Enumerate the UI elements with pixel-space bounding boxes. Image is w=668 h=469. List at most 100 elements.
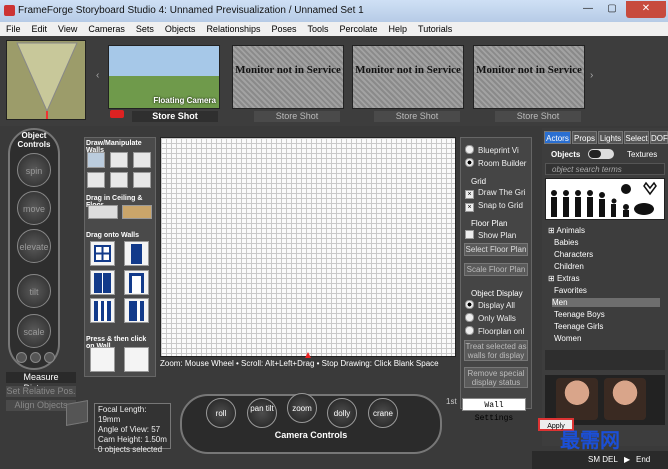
tree-item-teenage-boys[interactable]: Teenage Boys: [554, 310, 605, 319]
menu-tutorials[interactable]: Tutorials: [412, 22, 457, 35]
menu-objects[interactable]: Objects: [159, 22, 201, 35]
pan-tilt-button[interactable]: pan tilt: [247, 398, 277, 428]
roll-button[interactable]: roll: [206, 398, 236, 428]
actor-thumbnail-1[interactable]: [556, 378, 598, 420]
panel-door-icon[interactable]: [124, 298, 149, 323]
menu-cameras[interactable]: Cameras: [82, 22, 130, 35]
menu-tools[interactable]: Tools: [301, 22, 333, 35]
display-all-radio[interactable]: [465, 300, 474, 309]
small-control-3[interactable]: [44, 352, 55, 363]
menu-sets[interactable]: Sets: [130, 22, 159, 35]
select-floor-plan-button[interactable]: Select Floor Plan: [464, 243, 528, 256]
room-builder-radio[interactable]: [465, 158, 474, 167]
only-walls-radio[interactable]: [465, 313, 474, 322]
ceiling-icon[interactable]: [88, 205, 118, 219]
tree-item-children[interactable]: Children: [554, 262, 584, 271]
draw-grid-checkbox[interactable]: ×: [465, 190, 474, 199]
maximize-button[interactable]: ▢: [600, 1, 624, 18]
floor-icon[interactable]: [122, 205, 152, 219]
remove-status-button[interactable]: Remove special display status: [464, 367, 528, 388]
floorplan-only-option[interactable]: Floorplan onl: [465, 326, 524, 336]
store-shot-button-1[interactable]: Store Shot: [132, 111, 218, 122]
camera-monitor-2[interactable]: Monitor not in Service: [232, 45, 344, 109]
window-icon[interactable]: [90, 241, 115, 266]
overhead-view[interactable]: [6, 40, 86, 120]
menu-edit[interactable]: Edit: [26, 22, 53, 35]
menu-view[interactable]: View: [52, 22, 82, 35]
tree-item-extras[interactable]: ⊞ Extras: [548, 274, 580, 283]
draw-wall-icon[interactable]: [87, 152, 105, 168]
tree-item-animals[interactable]: ⊞ Animals: [548, 226, 585, 235]
show-plan-checkbox[interactable]: [465, 230, 474, 239]
only-walls-option[interactable]: Only Walls: [465, 313, 516, 323]
picture-frame-icon[interactable]: [90, 347, 115, 372]
camera-prev-icon[interactable]: ‹: [96, 70, 99, 81]
blueprint-option[interactable]: Blueprint Vi: [465, 145, 519, 155]
room-builder-grid[interactable]: [160, 137, 456, 357]
zoom-button[interactable]: zoom: [287, 393, 317, 423]
floorplan-only-radio[interactable]: [465, 326, 474, 335]
tree-item-babies[interactable]: Babies: [554, 238, 578, 247]
arch-wall-icon[interactable]: [87, 172, 105, 188]
tree-item-men[interactable]: Men: [552, 298, 660, 307]
tree-item-teenage-girls[interactable]: Teenage Girls: [554, 322, 603, 331]
wall-block-icon[interactable]: [110, 172, 128, 188]
object-search-input[interactable]: object search terms: [545, 163, 665, 175]
tree-item-women[interactable]: Women: [554, 334, 581, 343]
expand-icon[interactable]: ⊞: [548, 226, 555, 235]
move-button[interactable]: move: [17, 191, 51, 225]
tab-props[interactable]: Props: [572, 131, 597, 144]
small-control-2[interactable]: [30, 352, 41, 363]
actor-thumbnail-2[interactable]: [604, 378, 646, 420]
treat-walls-button[interactable]: Treat selected as walls for display: [464, 340, 528, 361]
crane-button[interactable]: crane: [368, 398, 398, 428]
doorway-icon[interactable]: [124, 270, 149, 295]
curve-wall-icon[interactable]: [110, 152, 128, 168]
tab-select[interactable]: Select: [624, 131, 649, 144]
store-shot-button-3[interactable]: Store Shot: [374, 111, 460, 122]
end-label[interactable]: End: [636, 451, 650, 469]
objects-textures-toggle[interactable]: [588, 149, 614, 159]
floating-camera-view[interactable]: Floating Camera: [108, 45, 220, 109]
small-control-1[interactable]: [16, 352, 27, 363]
room-builder-option[interactable]: Room Builder: [465, 158, 526, 168]
door-icon[interactable]: [124, 241, 149, 266]
set-relative-pos-button[interactable]: Set Relative Pos.: [6, 386, 76, 397]
scale-button[interactable]: scale: [17, 314, 51, 348]
wall-stack-icon[interactable]: [133, 172, 151, 188]
corner-wall-icon[interactable]: [133, 152, 151, 168]
tree-item-characters[interactable]: Characters: [554, 250, 593, 259]
measure-distance-button[interactable]: Measure Distance: [6, 372, 76, 393]
camera-monitor-3[interactable]: Monitor not in Service: [352, 45, 464, 109]
display-all-option[interactable]: Display All: [465, 300, 515, 310]
menu-help[interactable]: Help: [383, 22, 413, 35]
blueprint-radio[interactable]: [465, 145, 474, 154]
menu-relationships[interactable]: Relationships: [200, 22, 265, 35]
snap-grid-checkbox[interactable]: ×: [465, 203, 474, 212]
snap-grid-option[interactable]: × Snap to Grid: [465, 201, 523, 212]
elevate-button[interactable]: elevate: [17, 229, 51, 263]
camera-monitor-4[interactable]: Monitor not in Service: [473, 45, 585, 109]
spin-button[interactable]: spin: [17, 153, 51, 187]
tilt-button[interactable]: tilt: [17, 274, 51, 308]
dolly-button[interactable]: dolly: [327, 398, 357, 428]
close-button[interactable]: ✕: [626, 1, 666, 18]
menu-percolate[interactable]: Percolate: [334, 22, 383, 35]
menu-poses[interactable]: Poses: [265, 22, 301, 35]
play-icon[interactable]: ▶: [624, 451, 630, 469]
tab-dof[interactable]: DOF: [650, 131, 668, 144]
camera-next-icon[interactable]: ›: [590, 70, 593, 81]
scale-floor-plan-button[interactable]: Scale Floor Plan: [464, 263, 528, 276]
menu-file[interactable]: File: [0, 22, 26, 35]
store-shot-button-4[interactable]: Store Shot: [495, 111, 581, 122]
show-plan-option[interactable]: Show Plan: [465, 230, 516, 240]
store-shot-button-2[interactable]: Store Shot: [254, 111, 340, 122]
expand-icon[interactable]: ⊞: [548, 274, 555, 283]
minimize-button[interactable]: —: [576, 1, 600, 18]
tab-lights[interactable]: Lights: [598, 131, 623, 144]
closet-icon[interactable]: [90, 298, 115, 323]
tree-item-favorites[interactable]: Favorites: [554, 286, 587, 295]
wall-settings-button[interactable]: Wall Settings: [462, 398, 526, 423]
poster-icon[interactable]: [124, 347, 149, 372]
draw-grid-option[interactable]: × Draw The Gri: [465, 188, 525, 199]
